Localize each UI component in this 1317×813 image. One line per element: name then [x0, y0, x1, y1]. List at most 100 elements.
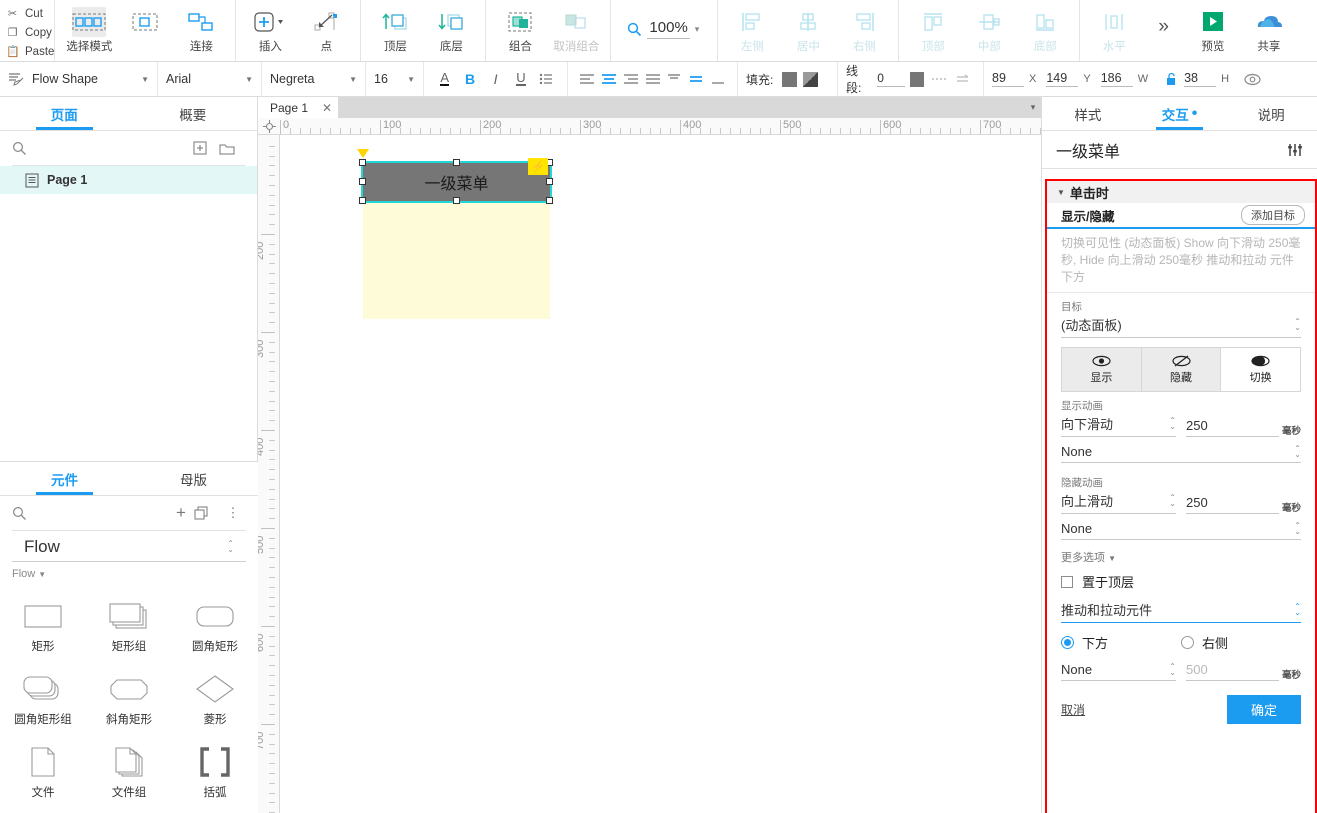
resize-handle-e[interactable] — [546, 178, 553, 185]
align-middle-button[interactable]: 中部 — [961, 4, 1017, 54]
insert-button[interactable]: 插入 — [242, 4, 298, 54]
shape-item-file-group[interactable]: 文件组 — [86, 734, 172, 807]
align-center-button[interactable]: 居中 — [780, 4, 836, 54]
search-icon[interactable] — [12, 141, 38, 156]
align-top-button[interactable]: 顶部 — [905, 4, 961, 54]
tab-pages[interactable]: 页面 — [0, 97, 129, 130]
dynamic-panel-shape[interactable] — [363, 201, 550, 319]
canvas-surface[interactable]: 一级菜单 ⚡ — [280, 135, 1041, 813]
align-bottom-button[interactable]: 底部 — [1017, 4, 1073, 54]
font-size-dropdown[interactable]: 16 ▼ — [366, 62, 424, 96]
toolbar-overflow-button[interactable]: » — [1148, 16, 1179, 38]
resize-handle-w[interactable] — [359, 178, 366, 185]
copy-button[interactable]: ❐ Copy — [6, 23, 54, 42]
fill-gradient-swatch[interactable] — [803, 71, 819, 87]
tabstrip-menu-icon[interactable]: ▾ — [1025, 97, 1041, 118]
show-anim-select[interactable]: 向下滑动 ⌃ ⌄ — [1061, 414, 1176, 437]
align-left-button[interactable]: 左侧 — [724, 4, 780, 54]
line-color-swatch[interactable] — [910, 71, 924, 87]
tab-widgets[interactable]: 元件 — [0, 462, 129, 495]
shape-style-dropdown[interactable]: Flow Shape ▼ — [0, 62, 158, 96]
pos-h-field[interactable]: 38 H — [1184, 71, 1235, 87]
lock-aspect-icon[interactable] — [1158, 68, 1184, 90]
line-style-button[interactable] — [927, 68, 951, 90]
push-duration-input[interactable]: 500 — [1186, 662, 1279, 681]
fill-color-swatch[interactable] — [782, 71, 798, 87]
shape-item-octagon-rectangle[interactable]: 斜角矩形 — [86, 661, 172, 734]
add-page-icon[interactable] — [193, 141, 219, 155]
pos-x-field[interactable]: 89 X — [992, 71, 1042, 87]
vertical-align-middle-button[interactable] — [685, 68, 707, 90]
library-copy-icon[interactable] — [194, 506, 220, 520]
search-icon[interactable] — [12, 506, 38, 521]
interaction-badge-icon[interactable]: ⚡ — [528, 158, 548, 175]
line-arrow-button[interactable] — [951, 68, 975, 90]
pos-y-value[interactable]: 149 — [1046, 71, 1079, 87]
font-family-dropdown[interactable]: Arial ▼ — [158, 62, 262, 96]
radio-icon[interactable] — [1181, 636, 1194, 649]
chevron-updown-icon[interactable]: ⌃ ⌄ — [1294, 317, 1301, 331]
distribute-horizontal-button[interactable]: 水平 — [1086, 4, 1142, 54]
text-align-justify-button[interactable] — [642, 68, 664, 90]
zoom-control[interactable]: 100% ▾ — [617, 7, 711, 51]
group-button[interactable]: 组合 — [492, 4, 548, 54]
chevron-updown-icon[interactable]: ⌃ ⌄ — [227, 540, 234, 554]
mode-show-button[interactable]: 显示 — [1062, 348, 1142, 391]
library-more-icon[interactable]: ⋮ — [220, 505, 246, 521]
text-align-center-button[interactable] — [598, 68, 620, 90]
close-icon[interactable]: ✕ — [322, 101, 332, 115]
bold-button[interactable]: B — [457, 68, 482, 90]
add-library-icon[interactable]: + — [168, 503, 194, 523]
more-options-toggle[interactable]: 更多选项 ▼ — [1047, 540, 1315, 565]
radio-icon[interactable] — [1061, 636, 1074, 649]
push-easing-select[interactable]: None ⌃ ⌄ — [1061, 662, 1176, 681]
font-color-icon[interactable]: A — [432, 68, 457, 90]
pos-y-field[interactable]: 149 Y — [1046, 71, 1096, 87]
chevron-down-icon[interactable]: ▾ — [695, 24, 700, 35]
tab-masters[interactable]: 母版 — [129, 462, 258, 495]
preview-button[interactable]: 预览 — [1185, 4, 1241, 54]
add-target-button[interactable]: 添加目标 — [1241, 205, 1305, 225]
resize-handle-sw[interactable] — [359, 197, 366, 204]
shape-item-rounded-rectangle-group[interactable]: 圆角矩形组 — [0, 661, 86, 734]
cancel-button[interactable]: 取消 — [1061, 701, 1085, 718]
resize-handle-s[interactable] — [453, 197, 460, 204]
radio-below[interactable]: 下方 — [1061, 633, 1181, 652]
page-list-item[interactable]: Page 1 — [0, 166, 257, 194]
text-align-left-button[interactable] — [576, 68, 598, 90]
point-button[interactable]: 点 — [298, 4, 354, 54]
underline-button[interactable]: U — [508, 68, 533, 90]
visibility-icon[interactable] — [1239, 68, 1265, 90]
ungroup-button[interactable]: 取消组合 — [548, 4, 604, 54]
ruler-origin-icon[interactable] — [258, 118, 280, 134]
confirm-button[interactable]: 确定 — [1226, 695, 1301, 724]
hide-easing-select[interactable]: None ⌃ ⌄ — [1061, 521, 1301, 540]
event-header[interactable]: ▼ 单击时 — [1047, 181, 1315, 203]
shape-item-rectangle-group[interactable]: 矩形组 — [86, 588, 172, 661]
checkbox-icon[interactable] — [1061, 575, 1073, 588]
chevron-updown-icon[interactable]: ⌃ ⌄ — [1169, 662, 1176, 676]
settings-sliders-icon[interactable] — [1287, 143, 1303, 157]
show-duration-input[interactable]: 250 — [1186, 418, 1279, 437]
push-pull-select[interactable]: 推动和拉动元件 ⌃ ⌄ — [1061, 600, 1301, 623]
pos-x-value[interactable]: 89 — [992, 71, 1024, 87]
resize-handle-nw[interactable] — [359, 159, 366, 166]
tab-style[interactable]: 样式 — [1042, 97, 1134, 130]
menu-shape[interactable]: 一级菜单 — [361, 161, 552, 203]
line-width-input[interactable]: 0 — [877, 71, 906, 87]
shape-item-file[interactable]: 文件 — [0, 734, 86, 807]
align-right-button[interactable]: 右侧 — [836, 4, 892, 54]
chevron-updown-icon[interactable]: ⌃ ⌄ — [1294, 444, 1301, 458]
selection-mode-alt-button[interactable] — [117, 4, 173, 38]
font-weight-dropdown[interactable]: Negreta ▼ — [262, 62, 366, 96]
bring-to-front-button[interactable]: 顶层 — [367, 4, 423, 54]
pos-h-value[interactable]: 38 — [1184, 71, 1217, 87]
selection-mode-button[interactable]: 选择模式 — [61, 4, 117, 54]
mode-hide-button[interactable]: 隐藏 — [1141, 348, 1222, 391]
chevron-updown-icon[interactable]: ⌃ ⌄ — [1169, 416, 1176, 430]
mode-toggle-button[interactable]: 切换 — [1221, 348, 1301, 391]
library-group-header[interactable]: Flow ▼ — [0, 562, 258, 584]
paste-button[interactable]: 📋 Paste — [6, 42, 54, 61]
italic-button[interactable]: I — [483, 68, 508, 90]
tab-interactions[interactable]: 交互 • — [1134, 97, 1226, 130]
